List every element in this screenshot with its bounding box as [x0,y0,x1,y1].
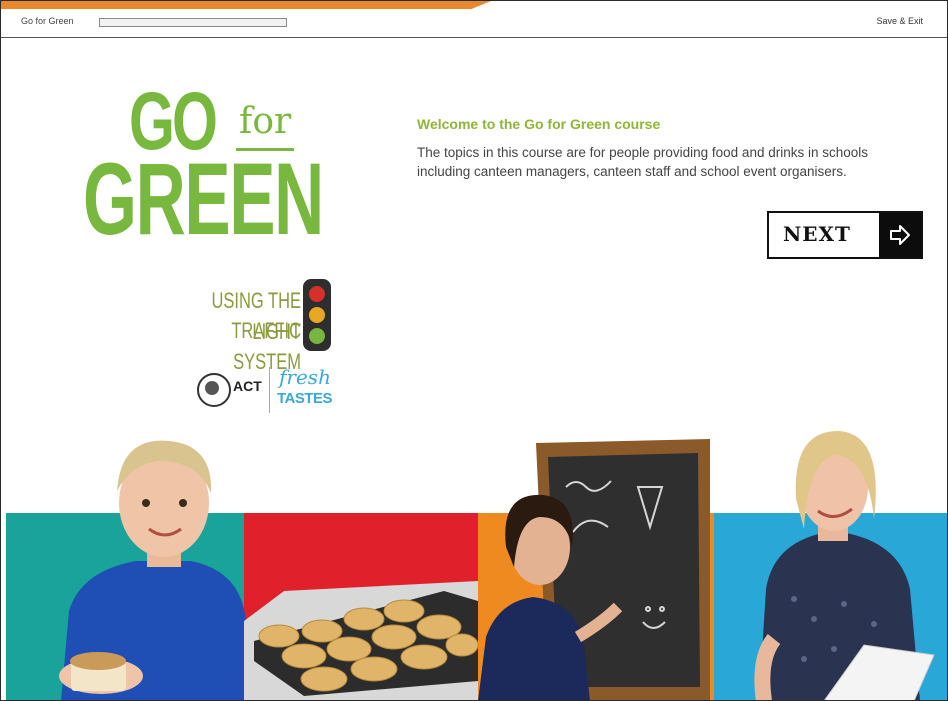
arrow-right-icon [879,213,921,257]
logo-for-text: for [239,101,292,142]
red-light [309,286,325,302]
chalkboard-girl-photo [478,439,710,700]
fresh-logo-text: fresh [279,365,331,389]
act-government-seal-icon [197,373,231,407]
logo-divider [269,367,270,413]
top-bar: Go for Green Save & Exit [1,9,947,38]
boy-photo [59,440,246,700]
save-exit-button[interactable]: Save & Exit [876,16,923,26]
orange-accent-tab [1,1,491,9]
course-title: Go for Green [21,16,74,26]
next-label: NEXT [783,222,851,246]
welcome-title: Welcome to the Go for Green course [417,116,661,132]
welcome-body: The topics in this course are for people… [417,145,869,179]
amber-light [309,307,325,323]
logo-green-text: GREEN [83,142,324,256]
progress-bar [99,18,287,27]
woman-photo [754,431,935,700]
green-light [309,328,325,344]
tastes-logo-text: TASTES [277,390,333,407]
act-logo-text: ACT [233,378,262,394]
traffic-light-icon [303,279,331,351]
muffins-photo [244,581,478,700]
course-frame: Go for Green Save & Exit GO for GREEN US… [0,0,948,701]
next-button[interactable]: NEXT [767,211,923,259]
